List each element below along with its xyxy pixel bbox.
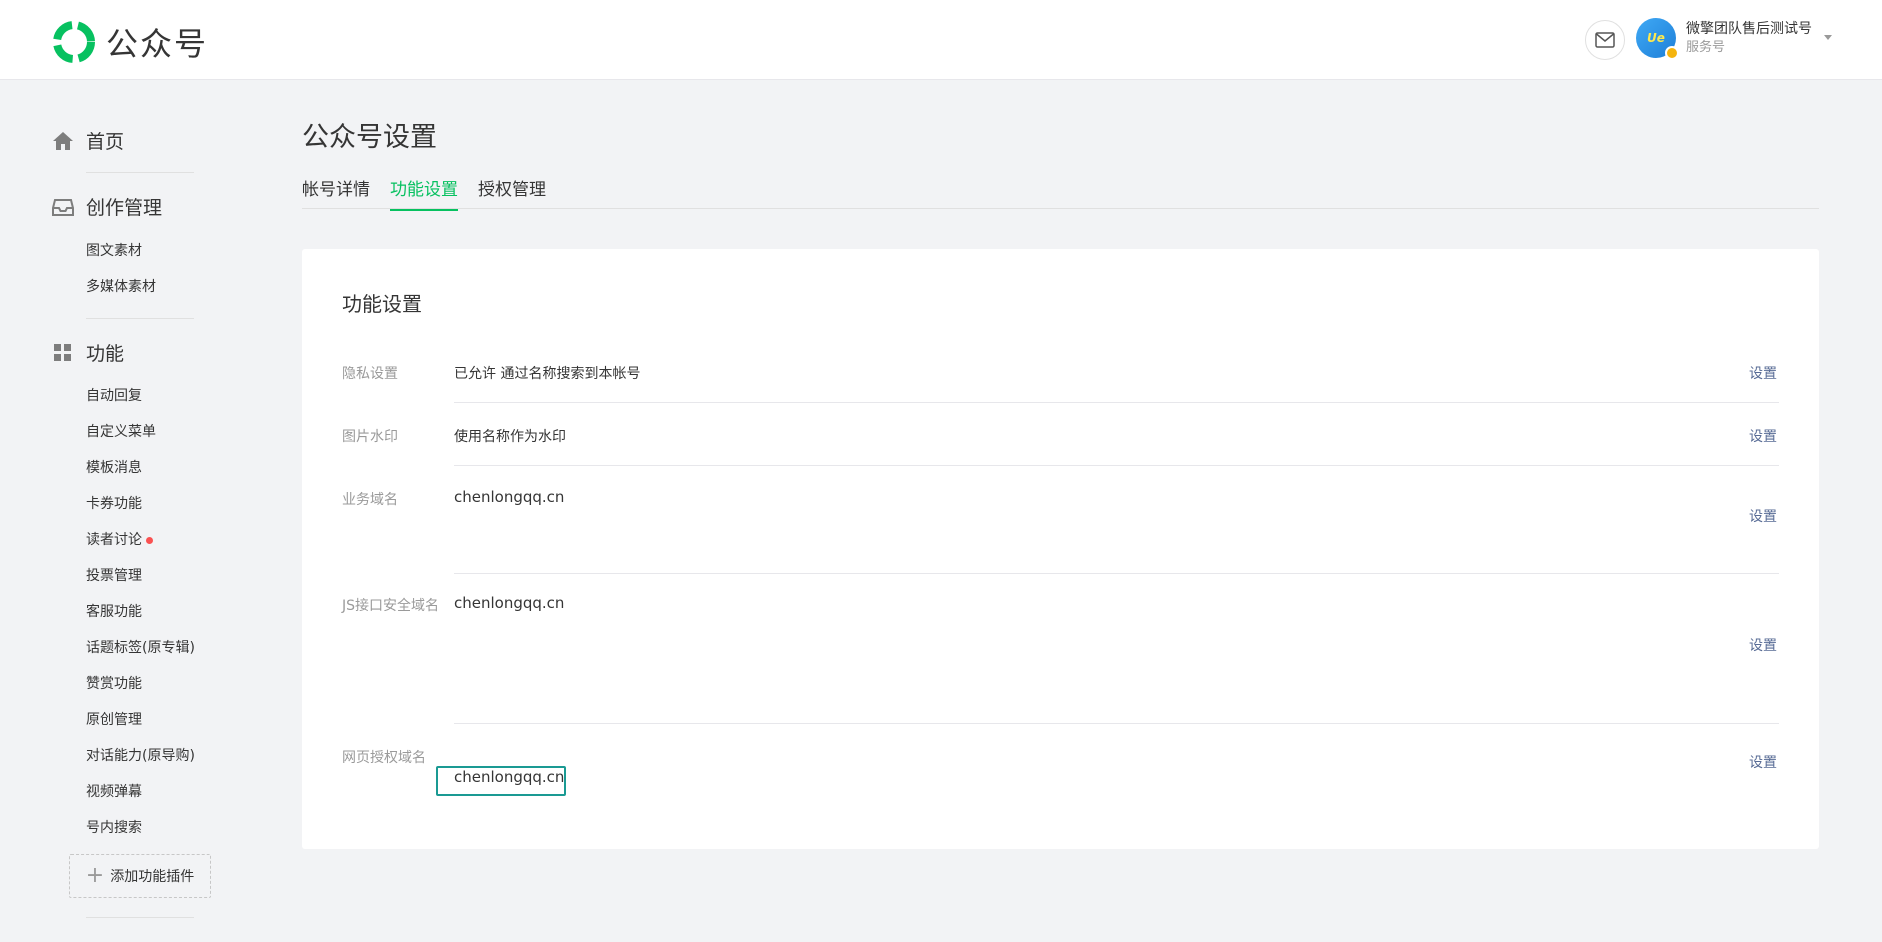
brand-logo[interactable]: 公众号	[52, 19, 208, 65]
account-switcher[interactable]: Ue 微擎团队售后测试号 服务号	[1636, 18, 1812, 60]
account-name: 微擎团队售后测试号	[1686, 21, 1812, 37]
js-domain-value: chenlongqq.cn	[454, 594, 565, 612]
divider	[86, 172, 194, 173]
sidebar-item-card-coupon[interactable]: 卡券功能	[86, 493, 142, 513]
avatar-text: Ue	[1647, 31, 1665, 45]
settings-tabs: 帐号详情 功能设置 授权管理	[302, 175, 1819, 211]
tab-account-details[interactable]: 帐号详情	[302, 175, 370, 209]
oauth-domain-settings-link[interactable]: 设置	[1749, 752, 1777, 772]
top-header: 公众号 Ue 微擎团队售后测试号 服务号	[0, 0, 1882, 80]
oauth-domain-label: 网页授权域名	[342, 750, 426, 766]
verified-badge-icon	[1665, 46, 1679, 60]
sidebar: 首页 创作管理 图文素材 多媒体素材 功能 自动回复 自定义菜单 模板消息 卡券…	[0, 80, 260, 942]
sidebar-item-vote[interactable]: 投票管理	[86, 565, 142, 585]
sidebar-item-label: 首页	[86, 131, 125, 153]
sidebar-item-reader-discussion[interactable]: 读者讨论	[86, 529, 153, 549]
divider	[86, 318, 194, 319]
feature-settings-card: 功能设置 隐私设置 已允许 通过名称搜索到本帐号 设置 图片水印 使用名称作为水…	[302, 249, 1819, 849]
account-type: 服务号	[1686, 40, 1726, 55]
message-button[interactable]	[1585, 20, 1625, 60]
business-domain-label: 业务域名	[342, 492, 398, 508]
sidebar-item-customer-service[interactable]: 客服功能	[86, 601, 142, 621]
divider	[454, 402, 1779, 403]
watermark-value: 使用名称作为水印	[454, 429, 566, 445]
page-title: 公众号设置	[302, 122, 437, 153]
sidebar-item-auto-reply[interactable]: 自动回复	[86, 385, 142, 405]
mail-icon	[1595, 32, 1615, 48]
divider	[86, 917, 194, 918]
chevron-down-icon[interactable]	[1824, 35, 1832, 40]
watermark-label: 图片水印	[342, 429, 398, 445]
oauth-domain-value: chenlongqq.cn	[454, 768, 565, 786]
grid-icon	[54, 343, 71, 361]
sidebar-item-video-danmaku[interactable]: 视频弹幕	[86, 781, 142, 801]
brand-name: 公众号	[106, 25, 209, 63]
sidebar-item-content-management[interactable]: 创作管理	[52, 193, 162, 220]
wechat-official-logo-icon	[53, 21, 95, 63]
js-domain-settings-link[interactable]: 设置	[1749, 635, 1777, 655]
sidebar-item-template-message[interactable]: 模板消息	[86, 457, 142, 477]
business-domain-settings-link[interactable]: 设置	[1749, 506, 1777, 526]
sidebar-item-original[interactable]: 原创管理	[86, 709, 142, 729]
sidebar-item-media-material[interactable]: 多媒体素材	[86, 276, 156, 296]
tab-feature-settings[interactable]: 功能设置	[390, 175, 458, 211]
sidebar-item-article-material[interactable]: 图文素材	[86, 240, 142, 260]
divider	[454, 465, 1779, 466]
privacy-value: 已允许 通过名称搜索到本帐号	[454, 366, 641, 382]
business-domain-value: chenlongqq.cn	[454, 488, 565, 506]
sidebar-item-home[interactable]: 首页	[52, 127, 124, 154]
sidebar-item-label: 功能	[86, 343, 125, 365]
add-plugin-button[interactable]: + 添加功能插件	[69, 854, 211, 898]
sidebar-item-dialog[interactable]: 对话能力(原导购)	[86, 745, 195, 765]
home-icon	[53, 131, 73, 150]
privacy-settings-link[interactable]: 设置	[1749, 363, 1777, 383]
sidebar-item-label: 创作管理	[86, 197, 163, 219]
card-title: 功能设置	[342, 292, 422, 316]
sidebar-item-custom-menu[interactable]: 自定义菜单	[86, 421, 156, 441]
divider	[454, 573, 1779, 574]
sidebar-item-features[interactable]: 功能	[52, 339, 124, 366]
sidebar-item-label: 读者讨论	[86, 532, 142, 548]
watermark-settings-link[interactable]: 设置	[1749, 426, 1777, 446]
notification-dot-icon	[146, 536, 153, 544]
privacy-label: 隐私设置	[342, 366, 398, 382]
add-plugin-label: 添加功能插件	[110, 869, 195, 885]
sidebar-item-reward[interactable]: 赞赏功能	[86, 673, 142, 693]
inbox-icon	[52, 198, 74, 216]
account-meta: 微擎团队售后测试号 服务号	[1686, 19, 1812, 57]
plus-icon: +	[85, 863, 105, 888]
js-domain-label: JS接口安全域名	[342, 598, 440, 614]
tab-authorization[interactable]: 授权管理	[478, 175, 546, 209]
sidebar-item-topic-tags[interactable]: 话题标签(原专辑)	[86, 637, 195, 657]
avatar[interactable]: Ue	[1636, 18, 1679, 60]
sidebar-item-search[interactable]: 号内搜索	[86, 817, 142, 837]
divider	[454, 723, 1779, 724]
